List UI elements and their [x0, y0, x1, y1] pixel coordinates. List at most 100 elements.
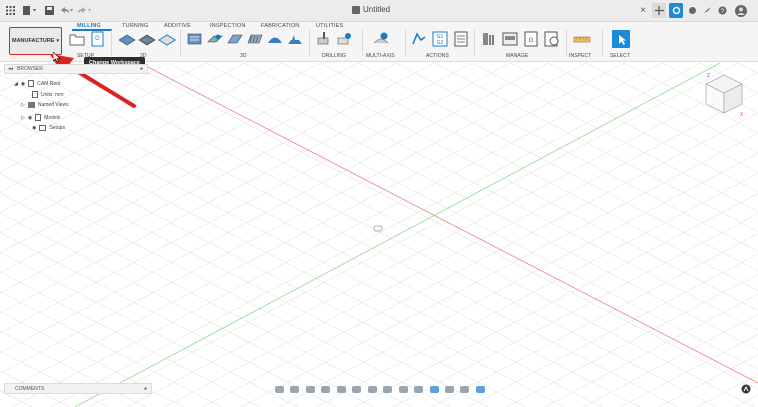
grid-line: [88, 63, 739, 407]
tab-additive[interactable]: ADDITIVE: [164, 23, 191, 29]
app-logo-icon: [741, 384, 751, 394]
comments-panel[interactable]: COMMENTS ●: [4, 383, 152, 394]
zoom-icon[interactable]: [321, 385, 331, 393]
group-label-3d[interactable]: 3D: [240, 53, 247, 59]
template-library-icon[interactable]: [502, 31, 518, 47]
tab-fabrication[interactable]: FABRICATION: [261, 23, 299, 29]
close-tab-icon[interactable]: ×: [638, 3, 648, 18]
tree-item-named-views[interactable]: ▷ Named Views: [21, 102, 69, 108]
document-cube-icon: [352, 5, 360, 14]
tool-library-icon[interactable]: [481, 31, 497, 47]
group-label-multi-axis[interactable]: MULTI-AXIS: [366, 53, 395, 59]
3d-parallel-icon[interactable]: [226, 31, 244, 47]
group-label-inspect[interactable]: INSPECT: [569, 53, 591, 59]
look-at-icon[interactable]: [290, 385, 300, 393]
orbit-icon[interactable]: [275, 385, 284, 393]
group-label-actions[interactable]: ACTIONS: [426, 53, 449, 59]
notifications-icon[interactable]: [701, 3, 713, 18]
panel-settings-icon[interactable]: ●: [140, 66, 143, 72]
undo-icon[interactable]: [60, 3, 74, 18]
pan-icon[interactable]: [305, 385, 315, 393]
tree-item-label: CAM Root: [37, 80, 61, 87]
svg-text:G: G: [529, 38, 534, 44]
environment-icon[interactable]: [414, 385, 424, 393]
visibility-eye-icon[interactable]: ◉: [28, 115, 32, 121]
display-settings-icon[interactable]: [352, 385, 362, 393]
visibility-eye-icon[interactable]: ◉: [32, 125, 36, 131]
3d-pocket-icon[interactable]: [206, 31, 224, 47]
effects-icon[interactable]: [429, 385, 439, 393]
viewports-icon[interactable]: [383, 385, 393, 393]
post-process-icon[interactable]: G1 G2: [432, 31, 448, 47]
grid-line: [354, 193, 758, 407]
add-comment-icon[interactable]: ●: [144, 386, 147, 392]
expand-arrow-icon[interactable]: ▷: [21, 115, 25, 121]
camera-icon[interactable]: [398, 385, 408, 393]
post-library-icon[interactable]: G: [523, 31, 539, 47]
tree-item-models[interactable]: ▷ ◉ Models: [21, 114, 60, 121]
setup-folder-icon[interactable]: [69, 31, 85, 47]
collapse-panel-icon[interactable]: ◂◂: [8, 66, 13, 72]
user-avatar-icon[interactable]: [734, 3, 748, 18]
mouse-cursor-icon: [53, 52, 61, 63]
group-label-select[interactable]: SELECT: [610, 53, 630, 59]
group-separator: [566, 30, 567, 56]
group-separator: [474, 30, 475, 56]
3d-contour-icon[interactable]: [246, 31, 264, 47]
expand-arrow-icon[interactable]: ▷: [21, 102, 25, 108]
3d-scallop-icon[interactable]: [266, 31, 284, 47]
fit-icon[interactable]: [336, 385, 346, 393]
simulation-display-icon[interactable]: [475, 385, 485, 393]
3d-adaptive-icon[interactable]: [186, 31, 204, 47]
grid-settings-icon[interactable]: [367, 385, 377, 393]
group-label-drilling[interactable]: DRILLING: [322, 53, 346, 59]
tab-turning[interactable]: TURNING: [122, 23, 148, 29]
object-visibility-icon[interactable]: [444, 385, 454, 393]
redo-icon[interactable]: [78, 3, 92, 18]
extensions-icon[interactable]: [686, 3, 698, 18]
machine-library-icon[interactable]: [544, 31, 560, 47]
document-icon: [32, 91, 38, 98]
tree-item-label: Models: [44, 114, 61, 121]
hole-recognition-icon[interactable]: [336, 31, 354, 47]
measure-icon[interactable]: [573, 31, 591, 47]
2d-contour-icon[interactable]: [158, 31, 176, 47]
multi-axis-icon[interactable]: [372, 31, 390, 47]
svg-text:Z: Z: [707, 73, 710, 79]
svg-text:G2: G2: [437, 40, 444, 46]
expand-arrow-icon[interactable]: ◢: [14, 81, 18, 87]
document-icon: [28, 80, 35, 87]
tree-item-units[interactable]: Units: mm: [32, 91, 64, 98]
grid-line: [281, 63, 758, 311]
tab-inspection[interactable]: INSPECTION: [210, 23, 246, 29]
new-tab-icon[interactable]: [652, 3, 666, 18]
drilling-icon[interactable]: [316, 31, 334, 47]
tab-utilities[interactable]: UTILITIES: [316, 23, 343, 29]
select-icon[interactable]: [612, 30, 630, 48]
group-separator: [309, 30, 310, 56]
2d-adaptive-icon[interactable]: [118, 31, 136, 47]
document-icon: [35, 114, 42, 121]
tree-item-setups[interactable]: ◉ Setups: [32, 125, 65, 131]
2d-pocket-icon[interactable]: [138, 31, 156, 47]
y-axis-line: [74, 63, 721, 407]
filter-icon[interactable]: [460, 385, 470, 393]
view-cube[interactable]: Z X: [703, 71, 745, 117]
group-label-manage[interactable]: MANAGE: [506, 53, 528, 59]
help-icon[interactable]: ?: [716, 3, 728, 18]
visibility-eye-icon[interactable]: ◉: [21, 81, 25, 87]
job-status-icon[interactable]: [669, 3, 683, 18]
app-grid-icon[interactable]: [5, 3, 15, 18]
3d-flat-icon[interactable]: [286, 31, 304, 47]
setup-sheet-doc-icon[interactable]: [453, 31, 469, 47]
simulate-icon[interactable]: [411, 31, 427, 47]
file-menu-icon[interactable]: [22, 3, 38, 18]
tree-item-cam-root[interactable]: ◢ ◉ CAM Root: [14, 80, 60, 87]
save-icon[interactable]: [44, 3, 54, 18]
document-title: Untitled: [352, 5, 390, 14]
group-separator: [405, 30, 406, 56]
navigation-bar: [275, 383, 485, 395]
grid-line: [164, 92, 758, 407]
setup-sheet-icon[interactable]: G: [90, 31, 106, 47]
group-separator: [602, 30, 603, 56]
